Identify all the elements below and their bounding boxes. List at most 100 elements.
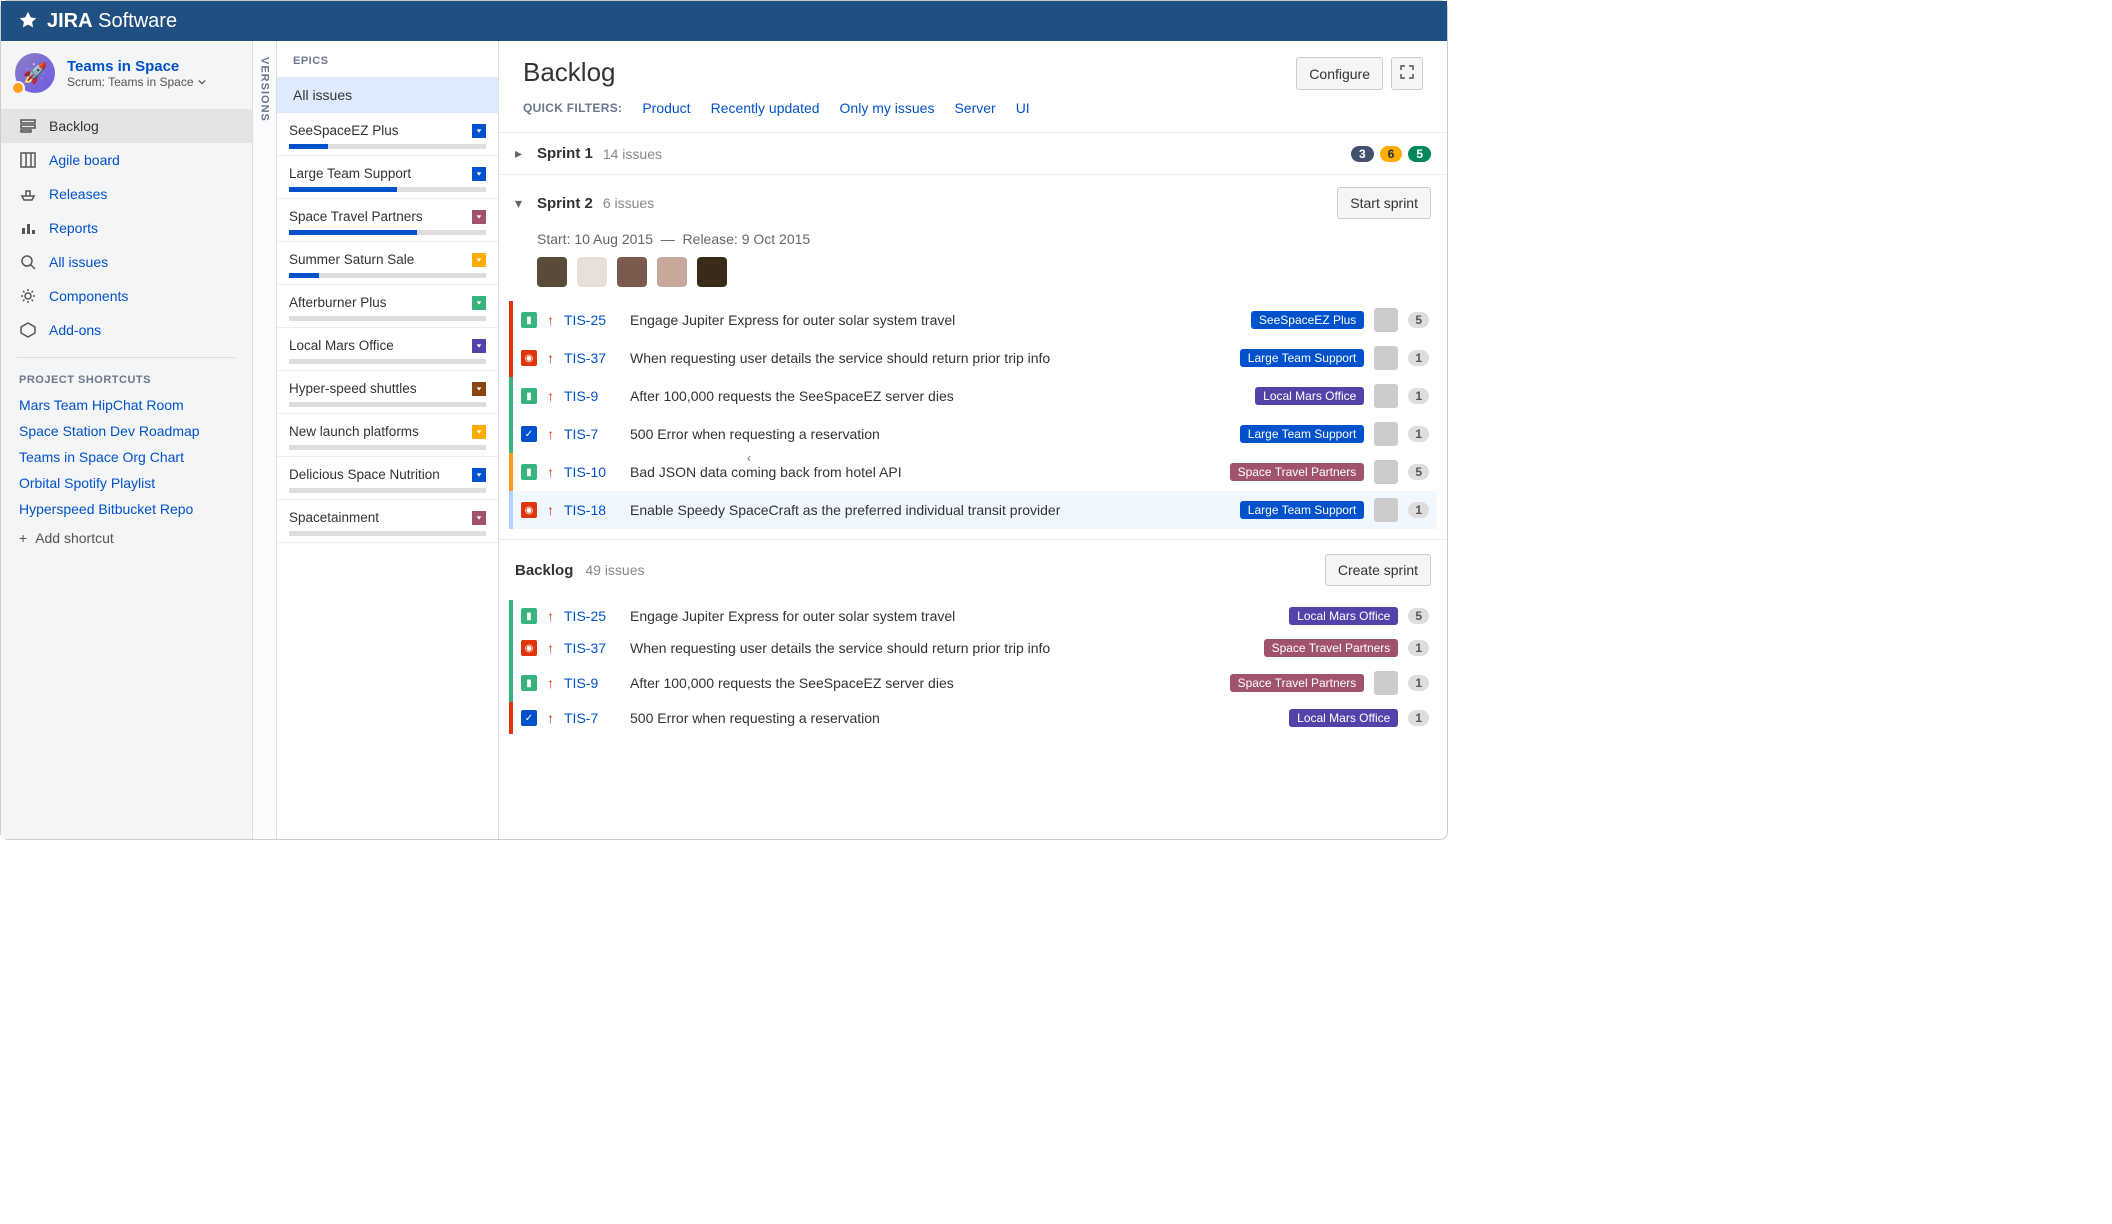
epic-tag[interactable]: Large Team Support [1240,349,1365,367]
issue-key[interactable]: TIS-25 [564,608,620,624]
issue-row[interactable]: ▮↑TIS-25Engage Jupiter Express for outer… [509,600,1437,632]
issue-summary[interactable]: After 100,000 requests the SeeSpaceEZ se… [630,388,1245,404]
shortcut-link[interactable]: Teams in Space Org Chart [1,444,252,470]
epic-item[interactable]: Large Team Support [277,156,498,199]
issue-key[interactable]: TIS-18 [564,502,620,518]
avatar[interactable] [1374,498,1398,522]
issue-row[interactable]: ◉↑TIS-37When requesting user details the… [509,632,1437,664]
shortcut-link[interactable]: Orbital Spotify Playlist [1,470,252,496]
versions-panel-collapsed[interactable]: VERSIONS [253,41,277,839]
issue-row[interactable]: ✓↑TIS-7500 Error when requesting a reser… [509,415,1437,453]
chevron-down-icon[interactable] [472,210,486,224]
issue-row[interactable]: ▮↑TIS-9After 100,000 requests the SeeSpa… [509,377,1437,415]
epic-tag[interactable]: Local Mars Office [1289,709,1398,727]
issue-summary[interactable]: Bad JSON data coming back from hotel API [630,464,1220,480]
jira-logo[interactable]: JIRA JIRA SoftwareSoftware [17,10,177,33]
issue-row[interactable]: ▮↑TIS-25Engage Jupiter Express for outer… [509,301,1437,339]
collapse-epics-icon[interactable]: ‹ [747,451,751,465]
issue-summary[interactable]: 500 Error when requesting a reservation [630,426,1230,442]
sidebar-item-releases[interactable]: Releases [1,177,252,211]
fullscreen-button[interactable] [1391,57,1423,90]
issue-key[interactable]: TIS-10 [564,464,620,480]
epic-item[interactable]: SeeSpaceEZ Plus [277,113,498,156]
issue-summary[interactable]: When requesting user details the service… [630,350,1230,366]
quick-filter[interactable]: Product [642,100,690,116]
sprint-1-name[interactable]: Sprint 1 [537,145,593,162]
epic-item[interactable]: Hyper-speed shuttles [277,371,498,414]
epic-tag[interactable]: Local Mars Office [1255,387,1364,405]
quick-filter[interactable]: Server [954,100,995,116]
avatar[interactable] [1374,460,1398,484]
epic-item[interactable]: Delicious Space Nutrition [277,457,498,500]
configure-button[interactable]: Configure [1296,57,1383,90]
epic-item[interactable]: New launch platforms [277,414,498,457]
shortcut-link[interactable]: Hyperspeed Bitbucket Repo [1,496,252,522]
add-shortcut[interactable]: +Add shortcut [1,522,252,554]
sidebar-item-agile-board[interactable]: Agile board [1,143,252,177]
chevron-down-icon[interactable] [472,167,486,181]
issue-row[interactable]: ▮↑TIS-10Bad JSON data coming back from h… [509,453,1437,491]
project-header[interactable]: Teams in Space Scrum: Teams in Space [1,41,252,103]
sidebar-item-addons[interactable]: Add-ons [1,313,252,347]
epic-tag[interactable]: Local Mars Office [1289,607,1398,625]
issue-row[interactable]: ◉↑TIS-37When requesting user details the… [509,339,1437,377]
issue-summary[interactable]: Engage Jupiter Express for outer solar s… [630,312,1241,328]
epic-item[interactable]: Space Travel Partners [277,199,498,242]
avatar[interactable] [1374,308,1398,332]
project-subtitle[interactable]: Scrum: Teams in Space [67,75,206,89]
chevron-down-icon[interactable] [472,253,486,267]
avatar[interactable] [1374,384,1398,408]
quick-filter[interactable]: Recently updated [711,100,820,116]
epic-tag[interactable]: Space Travel Partners [1230,463,1365,481]
avatar[interactable] [697,257,727,287]
start-sprint-button[interactable]: Start sprint [1337,187,1431,219]
sidebar-item-all-issues[interactable]: All issues [1,245,252,279]
chevron-down-icon[interactable] [472,124,486,138]
epic-item[interactable]: Spacetainment [277,500,498,543]
issue-summary[interactable]: Engage Jupiter Express for outer solar s… [630,608,1279,624]
sprint-2-name[interactable]: Sprint 2 [537,195,593,212]
avatar[interactable] [537,257,567,287]
avatar[interactable] [617,257,647,287]
shortcut-link[interactable]: Space Station Dev Roadmap [1,418,252,444]
issue-row[interactable]: ▮↑TIS-9After 100,000 requests the SeeSpa… [509,664,1437,702]
issue-key[interactable]: TIS-7 [564,426,620,442]
issue-summary[interactable]: 500 Error when requesting a reservation [630,710,1279,726]
chevron-right-icon[interactable]: ▸ [515,145,527,162]
chevron-down-icon[interactable]: ▾ [515,195,527,212]
epic-tag[interactable]: Large Team Support [1240,425,1365,443]
issue-row[interactable]: ✓↑TIS-7500 Error when requesting a reser… [509,702,1437,734]
avatar[interactable] [577,257,607,287]
epic-item[interactable]: Local Mars Office [277,328,498,371]
chevron-down-icon[interactable] [472,425,486,439]
epic-tag[interactable]: SeeSpaceEZ Plus [1251,311,1364,329]
create-sprint-button[interactable]: Create sprint [1325,554,1431,586]
chevron-down-icon[interactable] [472,382,486,396]
sidebar-item-reports[interactable]: Reports [1,211,252,245]
epic-item[interactable]: Afterburner Plus [277,285,498,328]
chevron-down-icon[interactable] [472,511,486,525]
quick-filter[interactable]: UI [1016,100,1030,116]
avatar[interactable] [657,257,687,287]
epic-tag[interactable]: Space Travel Partners [1230,674,1365,692]
quick-filter[interactable]: Only my issues [840,100,935,116]
avatar[interactable] [1374,346,1398,370]
chevron-down-icon[interactable] [472,296,486,310]
shortcut-link[interactable]: Mars Team HipChat Room [1,392,252,418]
sidebar-item-backlog[interactable]: Backlog [1,109,252,143]
issue-key[interactable]: TIS-7 [564,710,620,726]
avatar[interactable] [1374,422,1398,446]
avatar[interactable] [1374,671,1398,695]
epic-tag[interactable]: Space Travel Partners [1264,639,1399,657]
epic-tag[interactable]: Large Team Support [1240,501,1365,519]
epic-all-issues[interactable]: All issues [277,77,498,113]
issue-summary[interactable]: Enable Speedy SpaceCraft as the preferre… [630,502,1230,518]
epic-item[interactable]: Summer Saturn Sale [277,242,498,285]
issue-summary[interactable]: After 100,000 requests the SeeSpaceEZ se… [630,675,1220,691]
issue-summary[interactable]: When requesting user details the service… [630,640,1254,656]
issue-key[interactable]: TIS-9 [564,388,620,404]
issue-key[interactable]: TIS-25 [564,312,620,328]
project-name[interactable]: Teams in Space [67,58,206,75]
sidebar-item-components[interactable]: Components [1,279,252,313]
issue-row[interactable]: ◉↑TIS-18Enable Speedy SpaceCraft as the … [509,491,1437,529]
